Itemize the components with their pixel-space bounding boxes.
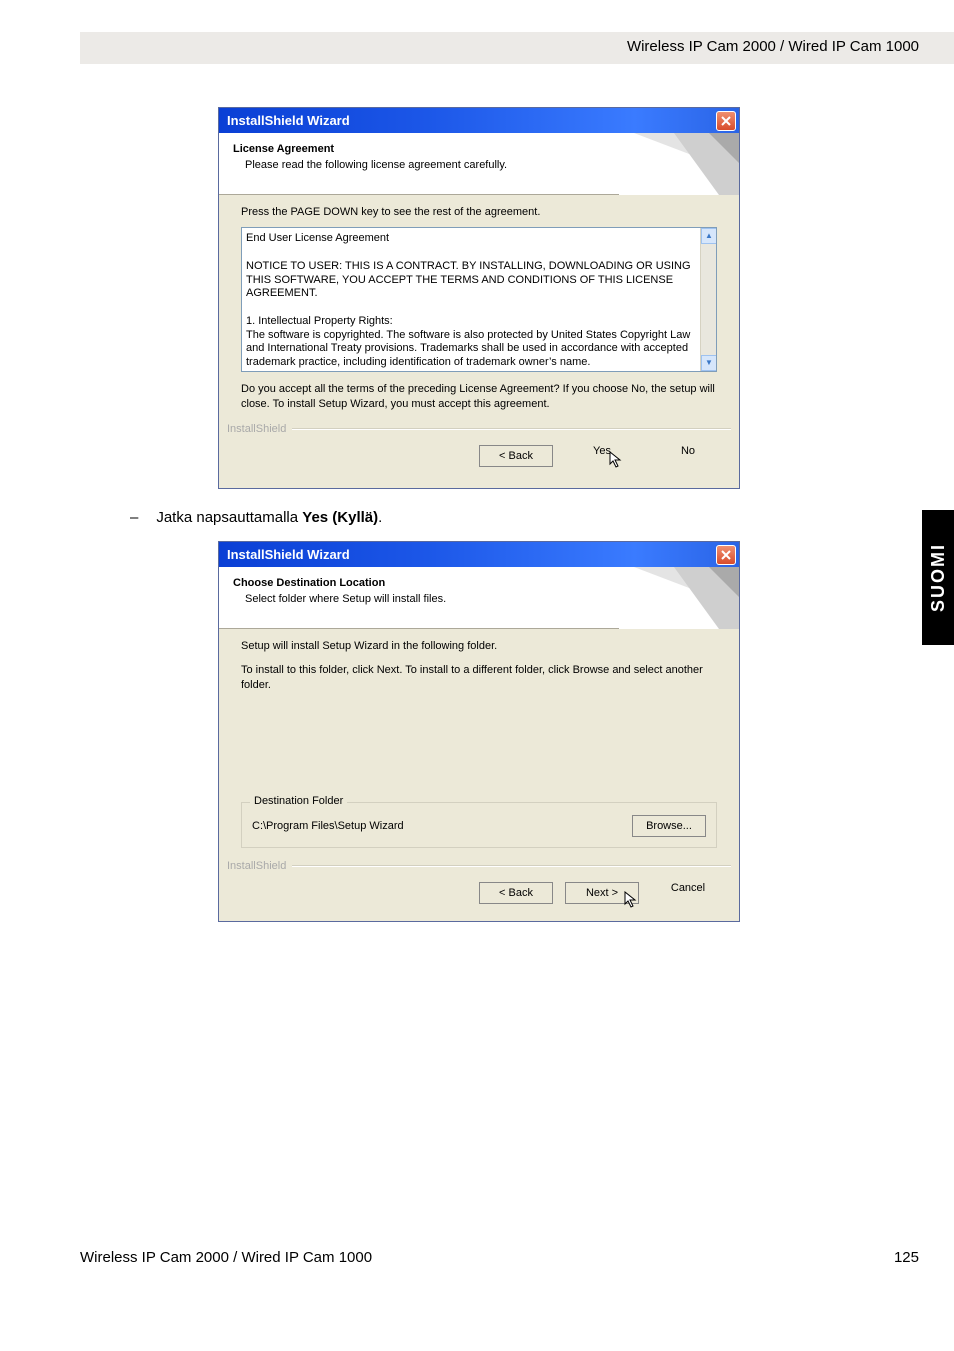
button-row: < Back Yes No bbox=[219, 435, 739, 479]
button-row: < Back Next > Cancel bbox=[219, 872, 739, 916]
language-side-tab: SUOMI bbox=[922, 510, 954, 645]
wizard-header: Choose Destination Location Select folde… bbox=[219, 567, 739, 629]
install-line2: To install to this folder, click Next. T… bbox=[241, 663, 717, 692]
next-label: Next > bbox=[586, 887, 618, 899]
license-wizard-dialog: InstallShield Wizard License Agreement P… bbox=[218, 107, 740, 489]
window-title: InstallShield Wizard bbox=[227, 547, 350, 562]
close-icon[interactable] bbox=[716, 111, 736, 131]
pagedown-hint: Press the PAGE DOWN key to see the rest … bbox=[241, 205, 717, 219]
eula-notice: NOTICE TO USER: THIS IS A CONTRACT. BY I… bbox=[246, 260, 696, 301]
eula-title: End User License Agreement bbox=[246, 232, 696, 246]
instruction-text: –Jatka napsauttamalla Yes (Kyllä). bbox=[130, 509, 382, 526]
wizard-header: License Agreement Please read the follow… bbox=[219, 133, 739, 195]
language-label: SUOMI bbox=[928, 543, 949, 612]
page-footer: Wireless IP Cam 2000 / Wired IP Cam 1000… bbox=[80, 1249, 919, 1266]
install-line1: Setup will install Setup Wizard in the f… bbox=[241, 639, 717, 653]
yes-button[interactable]: Yes bbox=[565, 445, 639, 467]
destination-legend: Destination Folder bbox=[250, 795, 347, 807]
instr-bold: Yes (Kyllä) bbox=[302, 509, 378, 526]
next-button[interactable]: Next > bbox=[565, 882, 639, 904]
eula-textbox[interactable]: End User License Agreement NOTICE TO USE… bbox=[241, 227, 717, 372]
back-button[interactable]: < Back bbox=[479, 882, 553, 904]
window-title: InstallShield Wizard bbox=[227, 113, 350, 128]
close-icon[interactable] bbox=[716, 545, 736, 565]
cancel-button[interactable]: Cancel bbox=[651, 882, 725, 904]
header-product-name: Wireless IP Cam 2000 / Wired IP Cam 1000 bbox=[627, 38, 919, 55]
accept-question: Do you accept all the terms of the prece… bbox=[241, 382, 717, 411]
back-button[interactable]: < Back bbox=[479, 445, 553, 467]
instr-prefix: Jatka napsauttamalla bbox=[156, 509, 302, 526]
titlebar: InstallShield Wizard bbox=[219, 108, 739, 133]
no-button[interactable]: No bbox=[651, 445, 725, 467]
titlebar: InstallShield Wizard bbox=[219, 542, 739, 567]
destination-wizard-dialog: InstallShield Wizard Choose Destination … bbox=[218, 541, 740, 922]
wizard-body: Setup will install Setup Wizard in the f… bbox=[219, 629, 739, 854]
footer-product-name: Wireless IP Cam 2000 / Wired IP Cam 1000 bbox=[80, 1249, 372, 1266]
scroll-down-icon[interactable]: ▼ bbox=[701, 355, 717, 371]
cursor-icon bbox=[624, 891, 638, 909]
banner-art bbox=[619, 133, 739, 195]
eula-section1-head: 1. Intellectual Property Rights: bbox=[246, 315, 696, 329]
scrollbar[interactable]: ▲ ▼ bbox=[700, 228, 716, 371]
scroll-up-icon[interactable]: ▲ bbox=[701, 228, 717, 244]
browse-button[interactable]: Browse... bbox=[632, 815, 706, 837]
banner-art bbox=[619, 567, 739, 629]
brand-divider: InstallShield bbox=[219, 423, 739, 435]
brand-label: InstallShield bbox=[227, 423, 286, 435]
destination-folder-group: Destination Folder C:\Program Files\Setu… bbox=[241, 802, 717, 848]
destination-path: C:\Program Files\Setup Wizard bbox=[252, 820, 404, 832]
wizard-body: Press the PAGE DOWN key to see the rest … bbox=[219, 195, 739, 417]
footer-page-number: 125 bbox=[894, 1249, 919, 1266]
brand-label: InstallShield bbox=[227, 860, 286, 872]
brand-divider: InstallShield bbox=[219, 860, 739, 872]
eula-section1-body: The software is copyrighted. The softwar… bbox=[246, 329, 696, 370]
instr-suffix: . bbox=[378, 509, 382, 526]
yes-label: Yes bbox=[593, 445, 611, 457]
cursor-icon bbox=[609, 451, 623, 469]
